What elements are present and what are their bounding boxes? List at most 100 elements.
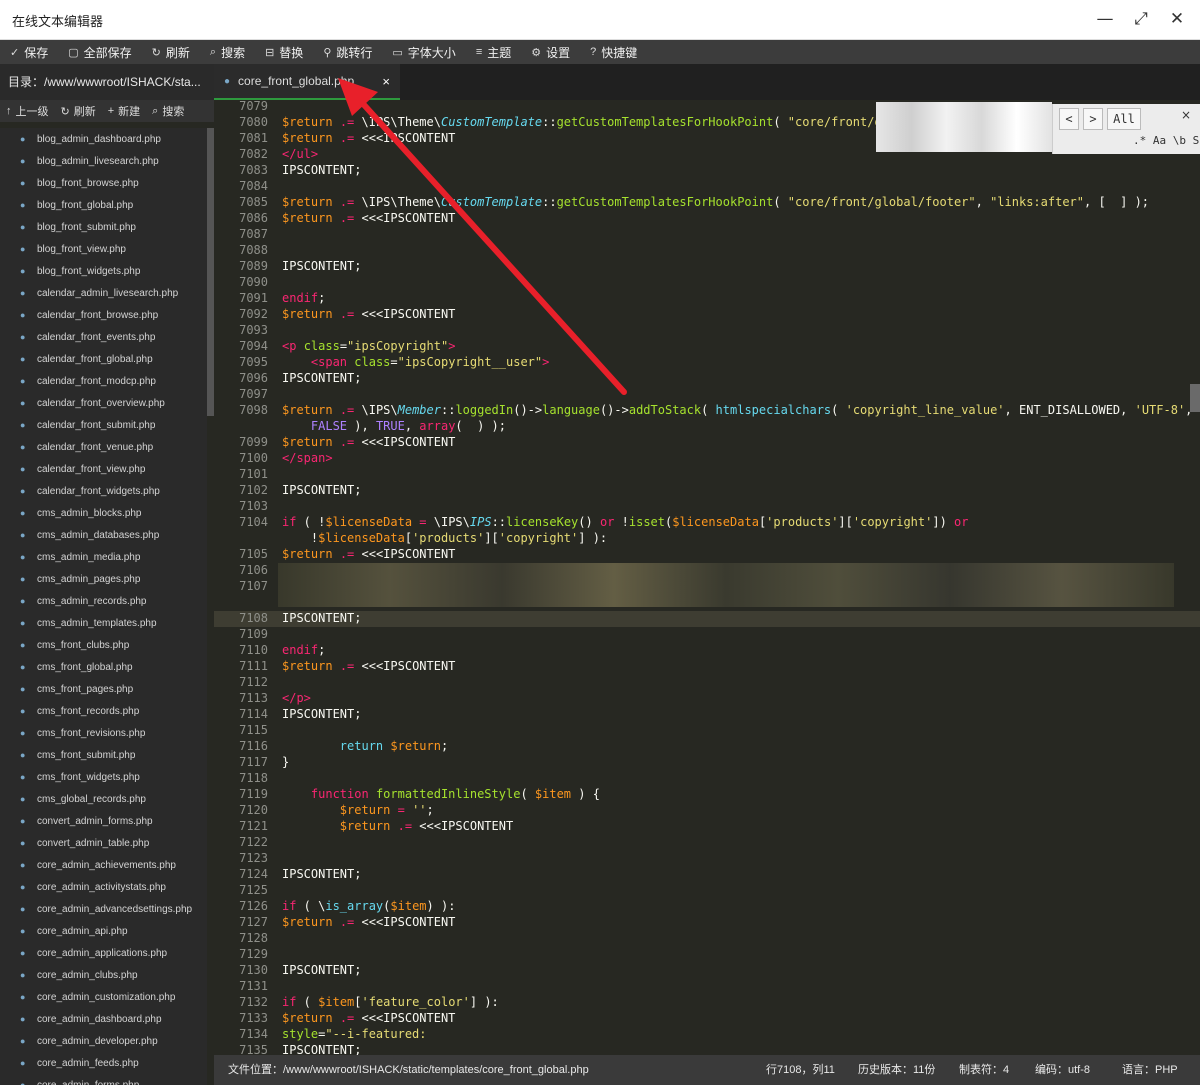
file-item[interactable]: ● cms_admin_templates.php: [0, 612, 207, 634]
file-item[interactable]: ● core_admin_developer.php: [0, 1030, 207, 1052]
file-name: core_admin_developer.php: [37, 1035, 158, 1047]
line-number: 7096: [239, 371, 268, 385]
file-item[interactable]: ● calendar_front_browse.php: [0, 304, 207, 326]
line-number: 7130: [239, 963, 268, 977]
history-versions[interactable]: 历史版本：11份: [858, 1055, 935, 1085]
file-item[interactable]: ● calendar_front_overview.php: [0, 392, 207, 414]
file-name: cms_front_submit.php: [37, 749, 136, 761]
file-item[interactable]: ● cms_global_records.php: [0, 788, 207, 810]
file-item[interactable]: ● calendar_front_view.php: [0, 458, 207, 480]
file-item[interactable]: ● blog_front_submit.php: [0, 216, 207, 238]
line-number: 7110: [239, 643, 268, 657]
file-item[interactable]: ● calendar_admin_livesearch.php: [0, 282, 207, 304]
line-number: 7081: [239, 131, 268, 145]
line-number: 7116: [239, 739, 268, 753]
find-next-button[interactable]: >: [1083, 108, 1103, 130]
find-options[interactable]: .* Aa \b S: [1133, 134, 1199, 147]
file-name: calendar_front_view.php: [37, 463, 146, 475]
toolbar-button-6[interactable]: ▭ 字体大小: [382, 40, 465, 64]
file-item[interactable]: ● blog_front_view.php: [0, 238, 207, 260]
toolbar-button-1[interactable]: ▢ 全部保存: [58, 40, 141, 64]
file-item[interactable]: ● blog_admin_livesearch.php: [0, 150, 207, 172]
file-item[interactable]: ● core_admin_forms.php: [0, 1074, 207, 1085]
file-name: calendar_front_events.php: [37, 331, 156, 343]
find-prev-button[interactable]: <: [1059, 108, 1079, 130]
file-item[interactable]: ● core_admin_clubs.php: [0, 964, 207, 986]
code-editor[interactable]: 7079 7080 $return .= \IPS\Theme\CustomTemp…: [214, 100, 1200, 1055]
find-all-button[interactable]: All: [1107, 108, 1141, 130]
file-item[interactable]: ● core_admin_applications.php: [0, 942, 207, 964]
file-item[interactable]: ● core_admin_customization.php: [0, 986, 207, 1008]
sidebar-nav-0[interactable]: ↑ 上一级: [0, 103, 55, 119]
file-item[interactable]: ● core_admin_feeds.php: [0, 1052, 207, 1074]
line-number: 7120: [239, 803, 268, 817]
file-name: cms_admin_records.php: [37, 595, 147, 607]
toolbar-button-8[interactable]: ⚙ 设置: [521, 40, 580, 64]
sidebar-nav-3[interactable]: ⌕ 搜索: [146, 103, 190, 119]
tab-core-front-global[interactable]: ● core_front_global.php ×: [214, 64, 400, 100]
file-item[interactable]: ● cms_front_global.php: [0, 656, 207, 678]
toolbar-button-7[interactable]: ≡ 主题: [466, 40, 521, 64]
file-item[interactable]: ● convert_admin_table.php: [0, 832, 207, 854]
file-item[interactable]: ● core_admin_api.php: [0, 920, 207, 942]
file-item[interactable]: ● cms_front_widgets.php: [0, 766, 207, 788]
toolbar-button-9[interactable]: ? 快捷键: [580, 40, 647, 64]
file-item[interactable]: ● convert_admin_forms.php: [0, 810, 207, 832]
sidebar-nav-1[interactable]: ↻ 刷新: [55, 103, 102, 119]
jump-icon: ⚲: [323, 46, 332, 59]
current-line-highlight: [214, 611, 1200, 627]
minimize-icon[interactable]: —: [1094, 8, 1116, 30]
php-file-icon: ●: [20, 991, 26, 1002]
code-line: $return .= <<<IPSCONTENT: [282, 131, 456, 145]
code-line: function formattedInlineStyle( $item ) {: [310, 787, 600, 801]
check-icon: ✓: [10, 46, 20, 59]
toolbar-button-4[interactable]: ⊟ 替换: [255, 40, 313, 64]
file-item[interactable]: ● cms_admin_blocks.php: [0, 502, 207, 524]
toolbar-button-2[interactable]: ↻ 刷新: [142, 40, 200, 64]
sidebar-nav-label: 搜索: [162, 106, 185, 118]
toolbar-button-3[interactable]: ⌕ 搜索: [200, 40, 255, 64]
language-mode[interactable]: 语言：PHP: [1122, 1055, 1178, 1085]
file-item[interactable]: ● core_admin_advancedsettings.php: [0, 898, 207, 920]
file-list-scrollbar[interactable]: [207, 128, 214, 416]
file-item[interactable]: ● core_admin_dashboard.php: [0, 1008, 207, 1030]
code-line: IPSCONTENT;: [282, 371, 362, 385]
line-number: 7124: [239, 867, 268, 881]
file-item[interactable]: ● blog_front_browse.php: [0, 172, 207, 194]
file-item[interactable]: ● cms_admin_records.php: [0, 590, 207, 612]
file-item[interactable]: ● core_admin_achievements.php: [0, 854, 207, 876]
toolbar-button-5[interactable]: ⚲ 跳转行: [313, 40, 382, 64]
file-item[interactable]: ● blog_admin_dashboard.php: [0, 128, 207, 150]
find-close-icon[interactable]: ×: [1181, 108, 1191, 122]
close-tab-icon[interactable]: ×: [382, 74, 390, 89]
editor-scrollbar[interactable]: [1190, 384, 1200, 412]
file-item[interactable]: ● cms_admin_databases.php: [0, 524, 207, 546]
maximize-icon[interactable]: ⤢: [1130, 8, 1152, 30]
file-item[interactable]: ● cms_front_records.php: [0, 700, 207, 722]
file-item[interactable]: ● calendar_front_events.php: [0, 326, 207, 348]
sidebar-nav-2[interactable]: + 新建: [102, 103, 146, 119]
file-item[interactable]: ● cms_front_clubs.php: [0, 634, 207, 656]
file-item[interactable]: ● calendar_front_venue.php: [0, 436, 207, 458]
plus-icon: +: [107, 105, 115, 117]
file-item[interactable]: ● blog_front_global.php: [0, 194, 207, 216]
file-item[interactable]: ● cms_front_revisions.php: [0, 722, 207, 744]
file-item[interactable]: ● cms_admin_pages.php: [0, 568, 207, 590]
tab-size[interactable]: 制表符：4: [959, 1055, 1009, 1085]
close-window-icon[interactable]: ✕: [1166, 8, 1188, 30]
file-item[interactable]: ● calendar_front_widgets.php: [0, 480, 207, 502]
file-item[interactable]: ● calendar_front_submit.php: [0, 414, 207, 436]
php-file-icon: ●: [20, 199, 26, 210]
code-line: IPSCONTENT;: [282, 163, 362, 177]
file-item[interactable]: ● cms_front_submit.php: [0, 744, 207, 766]
line-number: 7119: [239, 787, 268, 801]
file-item[interactable]: ● core_admin_activitystats.php: [0, 876, 207, 898]
file-item[interactable]: ● calendar_front_modcp.php: [0, 370, 207, 392]
encoding[interactable]: 编码：utf-8: [1035, 1055, 1090, 1085]
file-item[interactable]: ● blog_front_widgets.php: [0, 260, 207, 282]
file-item[interactable]: ● cms_front_pages.php: [0, 678, 207, 700]
php-file-icon: ●: [20, 375, 26, 386]
toolbar-button-0[interactable]: ✓ 保存: [0, 40, 58, 64]
file-item[interactable]: ● cms_admin_media.php: [0, 546, 207, 568]
file-item[interactable]: ● calendar_front_global.php: [0, 348, 207, 370]
